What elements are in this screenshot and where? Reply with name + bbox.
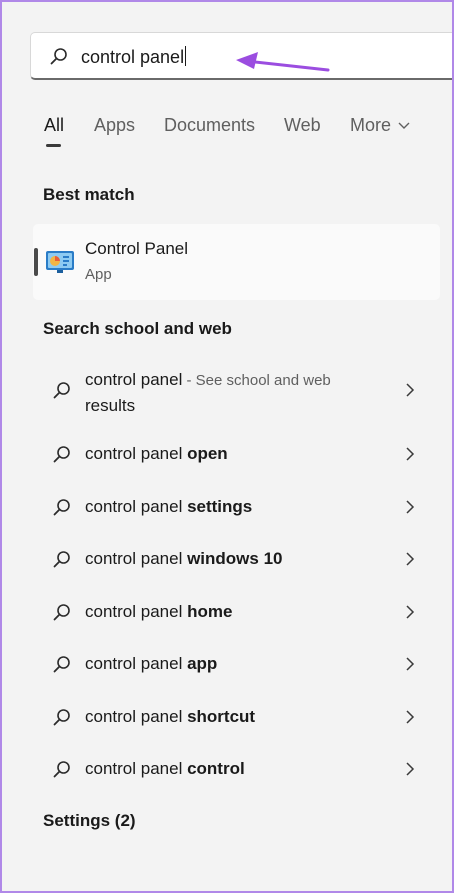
web-result-text: control panel windows 10 (85, 549, 283, 569)
chevron-right-icon (405, 552, 415, 571)
web-result-text: control panel app (85, 654, 217, 674)
web-result-hint-continued: results (85, 396, 136, 415)
selection-accent (34, 248, 38, 276)
web-result-row[interactable]: control panel home (44, 602, 434, 632)
best-match-title: Control Panel (85, 239, 189, 258)
tab-all[interactable]: All (44, 115, 64, 136)
search-icon (52, 381, 72, 406)
search-icon (52, 445, 72, 470)
best-match-heading: Best match (43, 185, 135, 204)
web-result-suggestion: windows 10 (187, 549, 283, 568)
settings-section-heading: Settings (2) (43, 811, 136, 830)
web-result-query: control panel (85, 549, 188, 568)
web-result-suggestion: control (187, 759, 245, 778)
chevron-right-icon (405, 447, 415, 466)
chevron-right-icon (405, 762, 415, 781)
web-result-suggestion: shortcut (187, 707, 256, 726)
web-result-row[interactable]: control panel shortcut (44, 707, 434, 737)
web-result-text: control panel open (85, 444, 228, 464)
tab-web[interactable]: Web (284, 115, 321, 136)
web-result-query: control panel (85, 707, 188, 726)
text-caret (185, 46, 187, 66)
web-section-heading: Search school and web (43, 319, 232, 338)
chevron-right-icon (405, 500, 415, 519)
chevron-right-icon (405, 657, 415, 676)
web-result-suggestion: app (187, 654, 218, 673)
search-icon (52, 760, 72, 785)
web-result-query: control panel (85, 444, 188, 463)
web-result-query: control panel (85, 602, 188, 621)
tab-more-label: More (350, 115, 392, 135)
web-result-row[interactable]: control panel app (44, 654, 434, 684)
search-icon (52, 550, 72, 575)
web-result-suggestion: open (187, 444, 228, 463)
tab-more[interactable]: More (350, 115, 410, 136)
web-result-text: control panel home (85, 602, 232, 622)
annotation-arrow-icon (236, 52, 330, 72)
web-result-query: control panel (85, 370, 183, 389)
chevron-right-icon (405, 383, 415, 402)
web-result-suggestion: home (187, 602, 233, 621)
search-icon (52, 655, 72, 680)
chevron-right-icon (405, 605, 415, 624)
web-result-suggestion: settings (187, 497, 253, 516)
chevron-right-icon (405, 710, 415, 729)
web-result-row[interactable]: control panel - See school and web result… (44, 370, 434, 420)
search-icon (52, 708, 72, 733)
control-panel-icon (46, 251, 74, 273)
web-result-row[interactable]: control panel control (44, 759, 434, 789)
search-icon (50, 48, 67, 65)
search-icon (52, 603, 72, 628)
web-result-row[interactable]: control panel open (44, 444, 434, 474)
web-result-text: control panel settings (85, 497, 252, 517)
web-result-query: control panel (85, 654, 188, 673)
web-result-text: control panel - See school and web (85, 370, 331, 390)
web-result-query: control panel (85, 759, 188, 778)
tab-apps[interactable]: Apps (94, 115, 135, 136)
web-result-row[interactable]: control panel windows 10 (44, 549, 434, 579)
tab-active-indicator (46, 144, 61, 147)
web-result-query: control panel (85, 497, 188, 516)
web-result-hint: - See school and web (182, 372, 331, 389)
best-match-card[interactable]: Control Panel App (33, 224, 440, 300)
best-match-subtitle: App (85, 266, 112, 283)
web-result-text: control panel shortcut (85, 707, 255, 727)
search-input[interactable]: control panel (81, 46, 187, 68)
chevron-down-icon (398, 122, 410, 129)
search-icon (52, 498, 72, 523)
web-result-text: control panel control (85, 759, 245, 779)
tab-documents[interactable]: Documents (164, 115, 255, 136)
web-result-row[interactable]: control panel settings (44, 497, 434, 527)
